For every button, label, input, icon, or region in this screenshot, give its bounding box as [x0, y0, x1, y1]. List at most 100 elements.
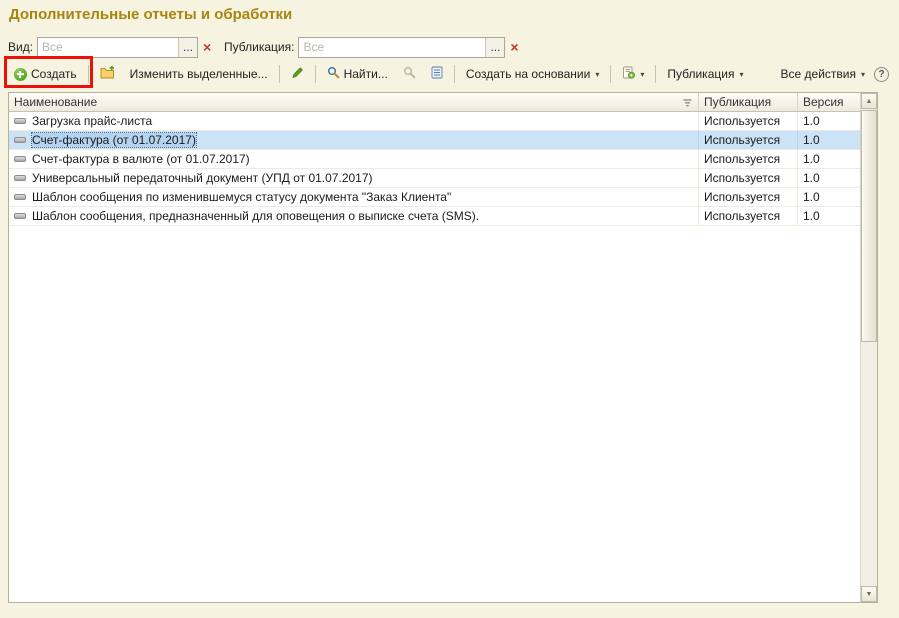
table-row[interactable]: Шаблон сообщения, предназначенный для оп… [9, 207, 860, 226]
search-icon [327, 66, 340, 82]
chevron-down-icon: ▾ [640, 70, 644, 79]
report-item-icon [14, 213, 26, 219]
version-text: 1.0 [803, 190, 820, 204]
chevron-down-icon: ▾ [739, 70, 743, 79]
list-settings-button[interactable] [425, 61, 449, 87]
publication-menu-button[interactable]: Публикация ▾ [661, 62, 749, 86]
publication-filter-input[interactable] [299, 38, 485, 57]
cell-version[interactable]: 1.0 [798, 188, 860, 206]
table-body: Загрузка прайс-листа Используется 1.0 Сч… [9, 112, 860, 226]
find-button-label: Найти... [344, 67, 388, 81]
table-row[interactable]: Загрузка прайс-листа Используется 1.0 [9, 112, 860, 131]
page-title: Дополнительные отчеты и обработки [9, 6, 292, 23]
report-item-icon [14, 118, 26, 124]
cell-name[interactable]: Шаблон сообщения по изменившемуся статус… [9, 188, 699, 206]
vid-filter-select-button[interactable]: ... [178, 38, 197, 57]
table-row[interactable]: Универсальный передаточный документ (УПД… [9, 169, 860, 188]
cell-publication[interactable]: Используется [699, 207, 798, 225]
cell-name[interactable]: Счет-фактура (от 01.07.2017) [9, 131, 699, 149]
scrollbar-thumb[interactable] [861, 110, 877, 342]
filter-row: Вид: ... × Публикация: ... × [8, 36, 523, 58]
create-based-on-label: Создать на основании [466, 67, 591, 81]
edit-selected-label: Изменить выделенные... [130, 67, 268, 81]
scroll-down-button[interactable]: ▼ [861, 586, 877, 602]
publication-text: Используется [704, 133, 780, 147]
create-button-label: Создать [31, 67, 77, 81]
cell-name[interactable]: Шаблон сообщения, предназначенный для оп… [9, 207, 699, 225]
table-row[interactable]: Счет-фактура (от 01.07.2017) Используетс… [9, 131, 860, 150]
toolbar-separator [279, 65, 280, 83]
cancel-search-button [397, 61, 422, 87]
column-header-name[interactable]: Наименование [9, 93, 699, 111]
report-item-icon [14, 137, 26, 143]
version-text: 1.0 [803, 152, 820, 166]
pencil-icon [291, 66, 304, 82]
item-name-text: Загрузка прайс-листа [32, 114, 152, 128]
cell-version[interactable]: 1.0 [798, 207, 860, 225]
cell-publication[interactable]: Используется [699, 112, 798, 130]
search-cancel-icon [403, 66, 416, 82]
cell-version[interactable]: 1.0 [798, 169, 860, 187]
vid-filter-label: Вид: [8, 40, 33, 54]
create-group-button[interactable] [94, 61, 121, 87]
column-header-version[interactable]: Версия [798, 93, 860, 111]
edit-selected-button[interactable]: Изменить выделенные... [124, 62, 274, 86]
publication-text: Используется [704, 209, 780, 223]
item-name-text: Шаблон сообщения по изменившемуся статус… [32, 190, 451, 204]
column-header-publication[interactable]: Публикация [699, 93, 798, 111]
toolbar: Создать Изменить выделенные... [8, 60, 889, 88]
cell-publication[interactable]: Используется [699, 131, 798, 149]
list-icon [431, 66, 443, 82]
scroll-up-button[interactable]: ▲ [861, 93, 877, 109]
version-text: 1.0 [803, 133, 820, 147]
publication-text: Используется [704, 152, 780, 166]
folder-plus-icon [100, 66, 115, 82]
edit-button[interactable] [285, 61, 310, 87]
change-publication-button[interactable]: ▾ [616, 61, 650, 87]
cell-version[interactable]: 1.0 [798, 131, 860, 149]
find-button[interactable]: Найти... [321, 61, 394, 87]
publication-filter-select-button[interactable]: ... [485, 38, 504, 57]
cell-version[interactable]: 1.0 [798, 150, 860, 168]
item-name-text: Счет-фактура в валюте (от 01.07.2017) [32, 152, 250, 166]
vid-filter-field: ... [37, 37, 198, 58]
publication-menu-label: Публикация [667, 67, 734, 81]
cell-publication[interactable]: Используется [699, 169, 798, 187]
toolbar-separator [610, 65, 611, 83]
report-item-icon [14, 156, 26, 162]
toolbar-separator [454, 65, 455, 83]
vertical-scrollbar[interactable]: ▲ ▼ [860, 93, 877, 602]
item-name-text: Универсальный передаточный документ (УПД… [32, 171, 373, 185]
item-name-text: Счет-фактура (от 01.07.2017) [32, 133, 196, 147]
vid-filter-input[interactable] [38, 38, 178, 57]
cell-publication[interactable]: Используется [699, 188, 798, 206]
sort-indicator-icon[interactable] [682, 97, 693, 111]
table-row[interactable]: Шаблон сообщения по изменившемуся статус… [9, 188, 860, 207]
plus-icon [14, 68, 27, 81]
version-text: 1.0 [803, 171, 820, 185]
all-actions-label: Все действия [781, 67, 856, 81]
publication-text: Используется [704, 114, 780, 128]
report-item-icon [14, 194, 26, 200]
all-actions-button[interactable]: Все действия ▾ [775, 62, 871, 86]
toolbar-separator [315, 65, 316, 83]
cell-version[interactable]: 1.0 [798, 112, 860, 130]
table-row[interactable]: Счет-фактура в валюте (от 01.07.2017) Ис… [9, 150, 860, 169]
vid-filter-clear-button[interactable]: × [199, 37, 215, 58]
chevron-down-icon: ▾ [595, 70, 599, 79]
publication-filter-field: ... [298, 37, 505, 58]
create-based-on-button[interactable]: Создать на основании ▾ [460, 62, 606, 86]
publication-filter-clear-button[interactable]: × [506, 37, 522, 58]
item-name-text: Шаблон сообщения, предназначенный для оп… [32, 209, 479, 223]
help-button[interactable]: ? [874, 67, 889, 82]
cell-name[interactable]: Универсальный передаточный документ (УПД… [9, 169, 699, 187]
table-header-row: Наименование Публикация Версия [9, 93, 860, 112]
create-button[interactable]: Создать [8, 62, 83, 86]
cell-name[interactable]: Загрузка прайс-листа [9, 112, 699, 130]
version-text: 1.0 [803, 209, 820, 223]
toolbar-separator [88, 65, 89, 83]
cell-publication[interactable]: Используется [699, 150, 798, 168]
cell-name[interactable]: Счет-фактура в валюте (от 01.07.2017) [9, 150, 699, 168]
reports-table: Наименование Публикация Версия Загрузка [8, 92, 878, 603]
publication-text: Используется [704, 171, 780, 185]
